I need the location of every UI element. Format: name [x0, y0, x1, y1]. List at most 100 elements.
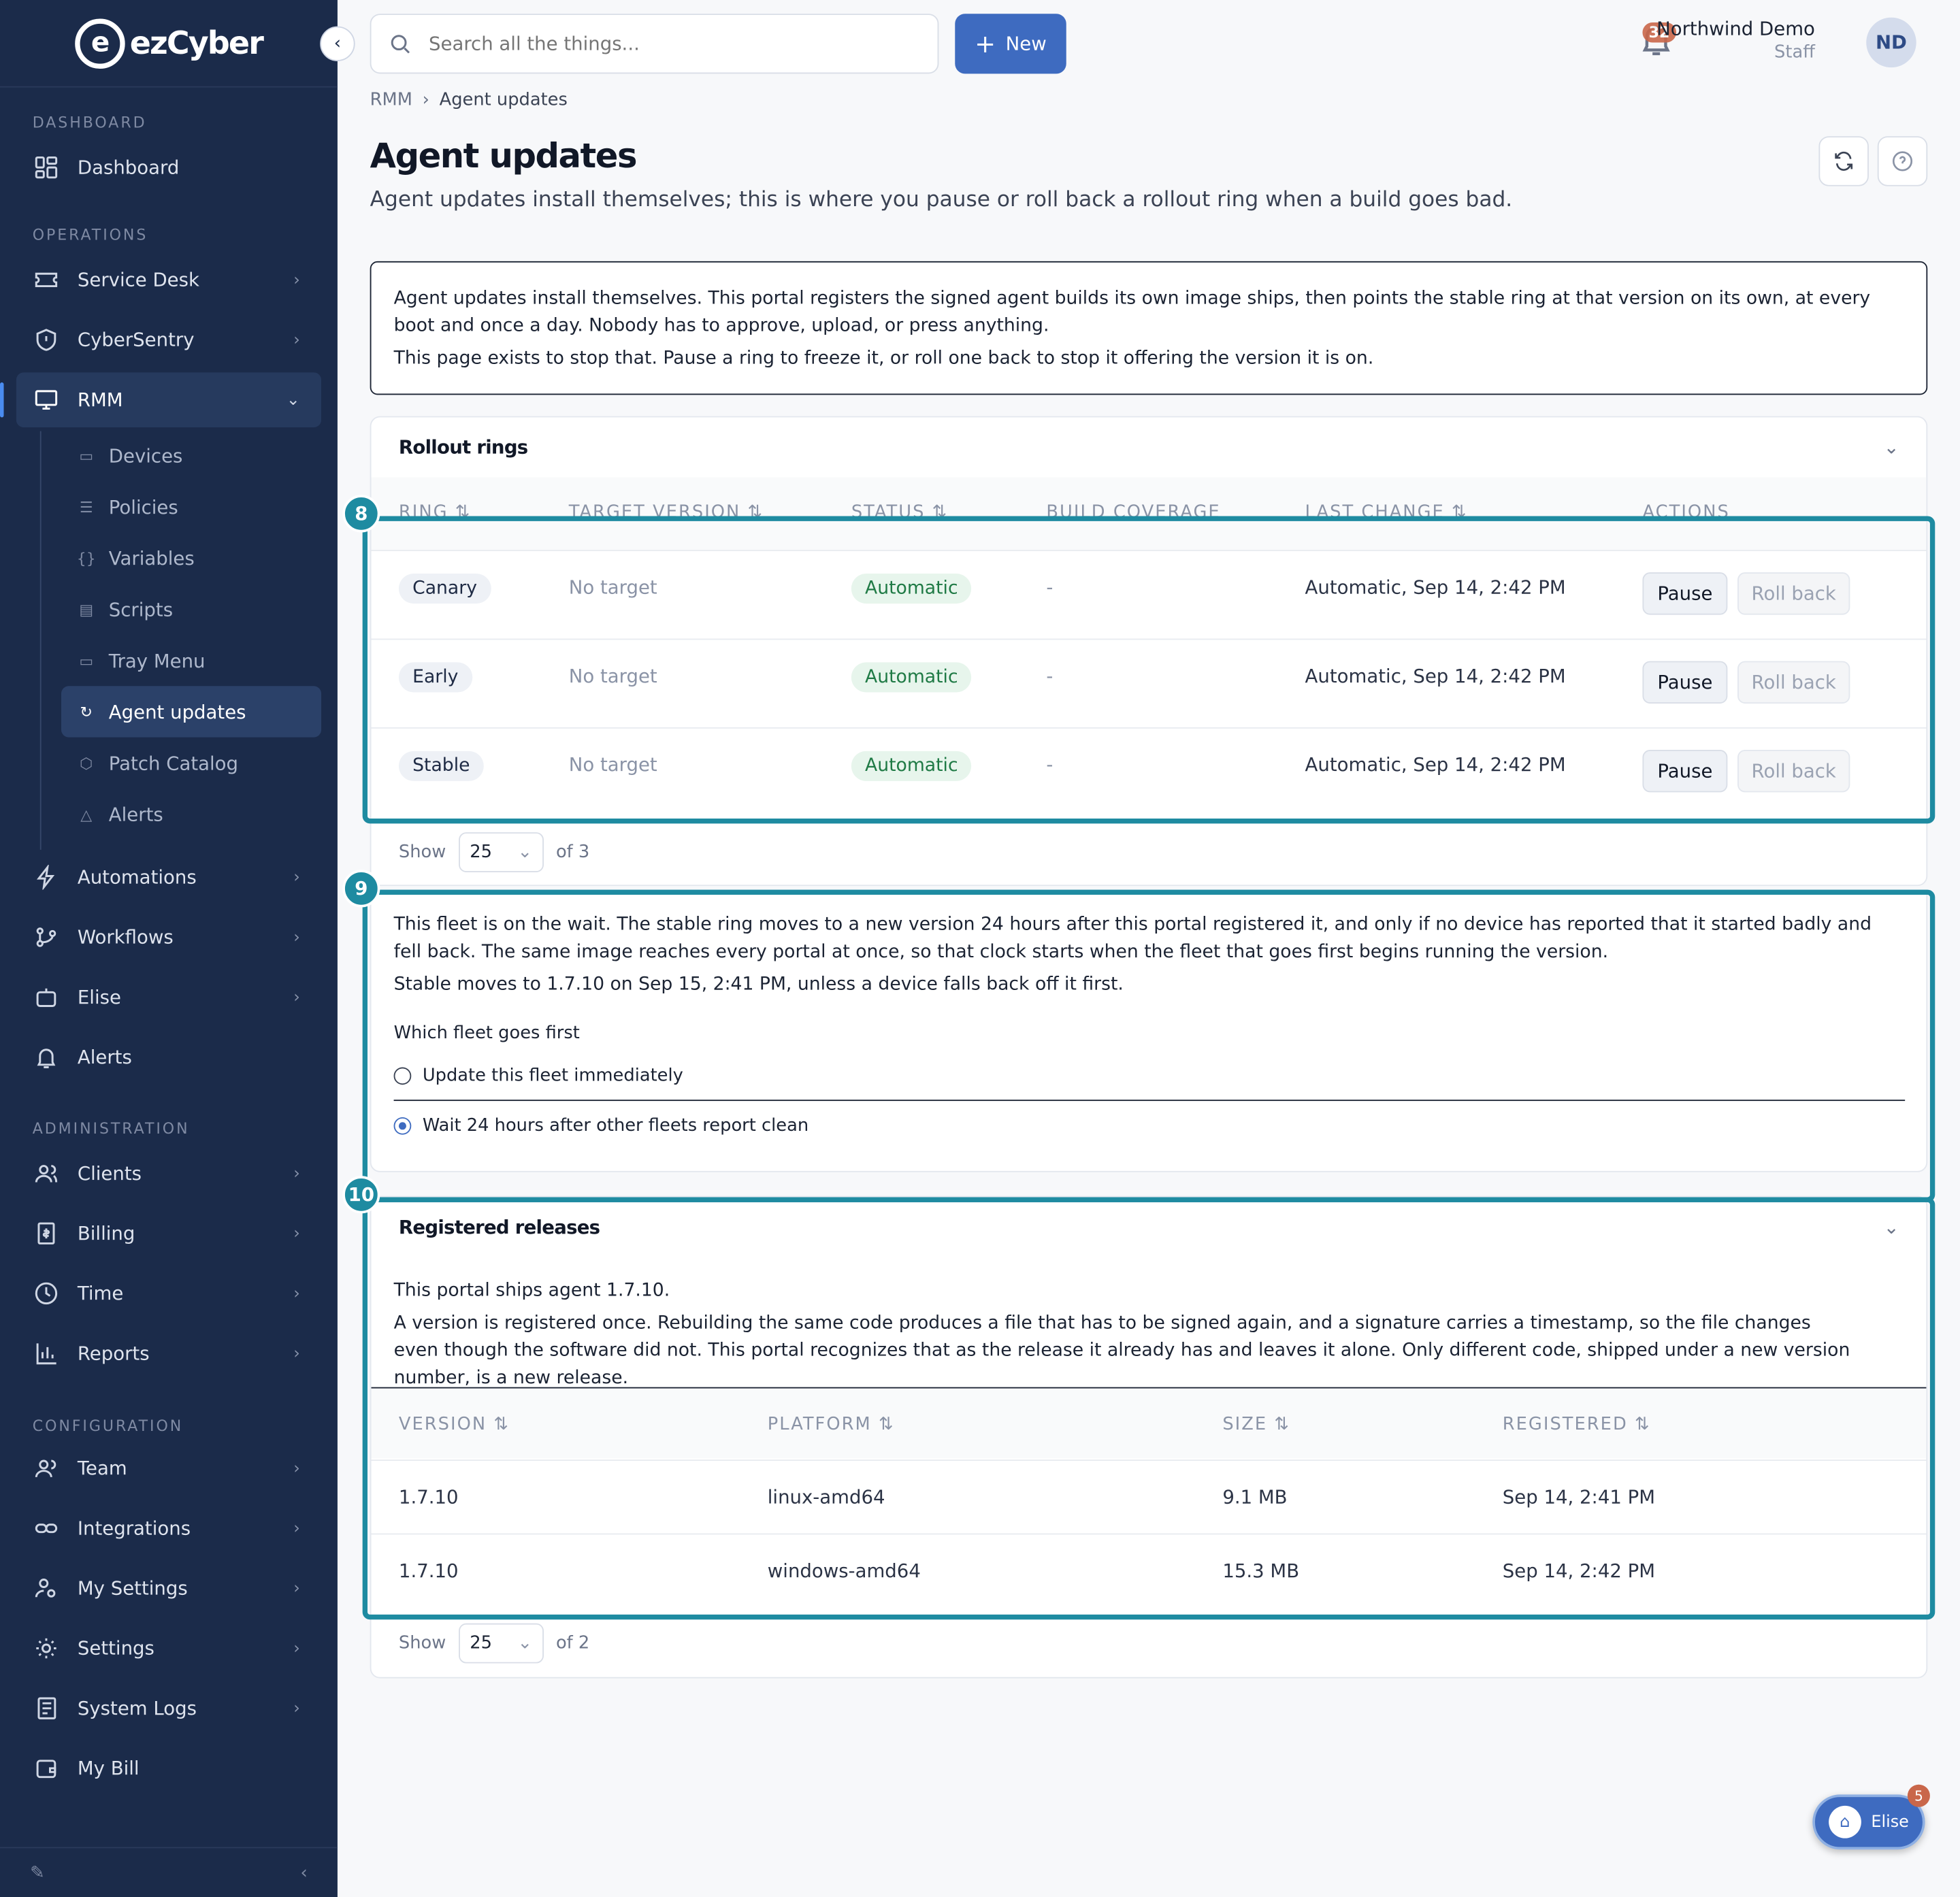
section-label-operations: OPERATIONS [32, 226, 148, 244]
col-registered[interactable]: REGISTERED ⇅ [1503, 1415, 1651, 1434]
elise-badge: 5 [1907, 1784, 1930, 1807]
page-size-select[interactable]: 25 ⌄ [458, 832, 544, 872]
chevron-right-icon: › [293, 270, 300, 290]
sidebar-item-my-settings[interactable]: My Settings › [0, 1558, 338, 1618]
roll-back-button[interactable]: Roll back [1737, 661, 1850, 704]
pause-button[interactable]: Pause [1642, 749, 1728, 793]
releases-pagination: Show 25 ⌄ of 2 [399, 1623, 589, 1664]
chevron-right-icon: › [293, 1579, 300, 1598]
topbar: + New 32 Northwind Demo Staff ND [338, 0, 1960, 88]
col-size[interactable]: SIZE ⇅ [1222, 1415, 1290, 1434]
radio-wait-24-hours[interactable] [393, 1117, 412, 1135]
logo-row: e ezCyber ‹ [0, 0, 355, 88]
page-size-select[interactable]: 25 ⌄ [458, 1623, 544, 1664]
fleet-next-move: Stable moves to 1.7.10 on Sep 15, 2:41 P… [393, 974, 1124, 995]
refresh-button[interactable] [1818, 136, 1869, 186]
sidebar-item-rmm[interactable]: RMM ⌄ [0, 372, 322, 428]
help-button[interactable] [1877, 136, 1928, 186]
sidebar-item-team[interactable]: Team › [0, 1438, 338, 1498]
chevron-down-icon[interactable]: ⌄ [1884, 436, 1899, 459]
roll-back-button[interactable]: Roll back [1737, 749, 1850, 793]
col-last-change[interactable]: LAST CHANGE ⇅ [1305, 502, 1468, 522]
sidebar-subitem-alerts[interactable]: △ Alerts [61, 789, 321, 840]
sidebar-subitem-label: Devices [108, 444, 183, 467]
sidebar-subitem-patch-catalog[interactable]: ⬡ Patch Catalog [61, 738, 321, 789]
chevron-right-icon: › [293, 1698, 300, 1718]
col-version[interactable]: VERSION ⇅ [399, 1415, 510, 1434]
version-cell: 1.7.10 [398, 1560, 459, 1583]
sidebar-item-system-logs[interactable]: System Logs › [0, 1679, 338, 1738]
sidebar-item-label: CyberSentry [77, 329, 195, 352]
elise-assistant-button[interactable]: ⌂ Elise 5 [1812, 1784, 1930, 1850]
sidebar-item-my-bill[interactable]: My Bill [0, 1738, 338, 1798]
collapse-sidebar-button[interactable]: ‹ [320, 26, 355, 61]
search-input[interactable] [429, 32, 904, 55]
sidebar-subitem-scripts[interactable]: ▤ Scripts [61, 584, 321, 635]
pencil-icon[interactable]: ✎ [30, 1862, 45, 1882]
releases-table-header: VERSION ⇅ PLATFORM ⇅ SIZE ⇅ REGISTERED ⇅ [371, 1388, 1927, 1459]
brand-logo[interactable]: e ezCyber [74, 18, 264, 69]
sidebar-item-alerts[interactable]: Alerts [0, 1027, 338, 1087]
sidebar-item-label: Dashboard [77, 156, 180, 179]
chevron-right-icon: › [293, 987, 300, 1007]
col-ring[interactable]: RING ⇅ [399, 502, 471, 522]
option-wait-24-hours[interactable]: Wait 24 hours after other fleets report … [393, 1116, 808, 1136]
sidebar-item-billing[interactable]: Billing › [0, 1204, 338, 1264]
rollout-rings-header[interactable]: Rollout rings ⌄ [372, 417, 1927, 477]
bell-icon [33, 1044, 60, 1071]
col-platform[interactable]: PLATFORM ⇅ [768, 1415, 895, 1434]
col-status[interactable]: STATUS ⇅ [851, 502, 948, 522]
sidebar-subitem-label: Agent updates [108, 700, 246, 723]
pause-button[interactable]: Pause [1642, 661, 1728, 704]
user-menu[interactable]: Northwind Demo Staff [1656, 18, 1815, 63]
option-update-immediately[interactable]: Update this fleet immediately [393, 1066, 683, 1087]
total-count: of 2 [555, 1633, 590, 1653]
avatar[interactable]: ND [1866, 17, 1916, 68]
option-label: Update this fleet immediately [422, 1066, 683, 1087]
sidebar-item-workflows[interactable]: Workflows › [0, 907, 338, 967]
marker-10: 10 [342, 1176, 380, 1214]
radio-update-immediately[interactable] [393, 1067, 412, 1085]
user-role: Staff [1774, 42, 1815, 63]
new-button[interactable]: + New [955, 14, 1066, 74]
chevron-down-icon[interactable]: ⌄ [1884, 1216, 1899, 1238]
sidebar-item-clients[interactable]: Clients › [0, 1144, 338, 1204]
sidebar-item-automations[interactable]: Automations › [0, 847, 338, 907]
page-title: Agent updates [370, 137, 638, 176]
sidebar-subitem-tray-menu[interactable]: ▭ Tray Menu [61, 635, 321, 686]
sidebar-item-service-desk[interactable]: Service Desk › [0, 250, 338, 310]
status-badge: Automatic [851, 750, 972, 781]
sidebar-subitem-devices[interactable]: ▭ Devices [61, 430, 321, 481]
col-build-coverage: BUILD COVERAGE [1046, 502, 1220, 522]
rollout-rings-title: Rollout rings [398, 435, 528, 459]
sidebar-item-reports[interactable]: Reports › [0, 1323, 338, 1383]
sidebar-item-settings[interactable]: Settings › [0, 1618, 338, 1678]
sidebar-item-elise[interactable]: Elise › [0, 968, 338, 1027]
sidebar-subitem-variables[interactable]: {} Variables [61, 532, 321, 583]
list-check-icon: ☰ [79, 497, 93, 516]
sidebar-item-label: RMM [77, 389, 123, 412]
script-icon: ▤ [79, 600, 94, 618]
releases-header[interactable]: Registered releases ⌄ [372, 1197, 1927, 1257]
roll-back-button[interactable]: Roll back [1737, 572, 1850, 615]
section-label-administration: ADMINISTRATION [32, 1119, 190, 1138]
search-box[interactable] [370, 14, 939, 74]
sidebar-item-label: Settings [77, 1636, 154, 1660]
sidebar-item-dashboard[interactable]: Dashboard [0, 137, 338, 197]
page-subtitle: Agent updates install themselves; this i… [370, 187, 1513, 213]
rollout-pagination: Show 25 ⌄ of 3 [399, 832, 589, 872]
col-target-version[interactable]: TARGET VERSION ⇅ [569, 502, 764, 522]
pause-button[interactable]: Pause [1642, 572, 1728, 615]
info-line-2: This page exists to stop that. Pause a r… [393, 348, 1374, 369]
chevron-right-icon: › [293, 1164, 300, 1183]
sidebar-subitem-policies[interactable]: ☰ Policies [61, 481, 321, 532]
sidebar-item-cybersentry[interactable]: CyberSentry › [0, 310, 338, 369]
col-actions: ACTIONS [1642, 502, 1729, 522]
collapse-chevron-icon[interactable]: ‹ [301, 1862, 308, 1882]
col-actions-label: ACTIONS [1642, 502, 1730, 523]
sidebar-item-integrations[interactable]: Integrations › [0, 1498, 338, 1558]
breadcrumb-parent[interactable]: RMM [370, 90, 412, 110]
table-row: Stable No target Automatic - Automatic, … [371, 727, 1927, 816]
sidebar-subitem-agent-updates[interactable]: ↻ Agent updates [61, 686, 322, 738]
sidebar-item-time[interactable]: Time › [0, 1264, 338, 1323]
